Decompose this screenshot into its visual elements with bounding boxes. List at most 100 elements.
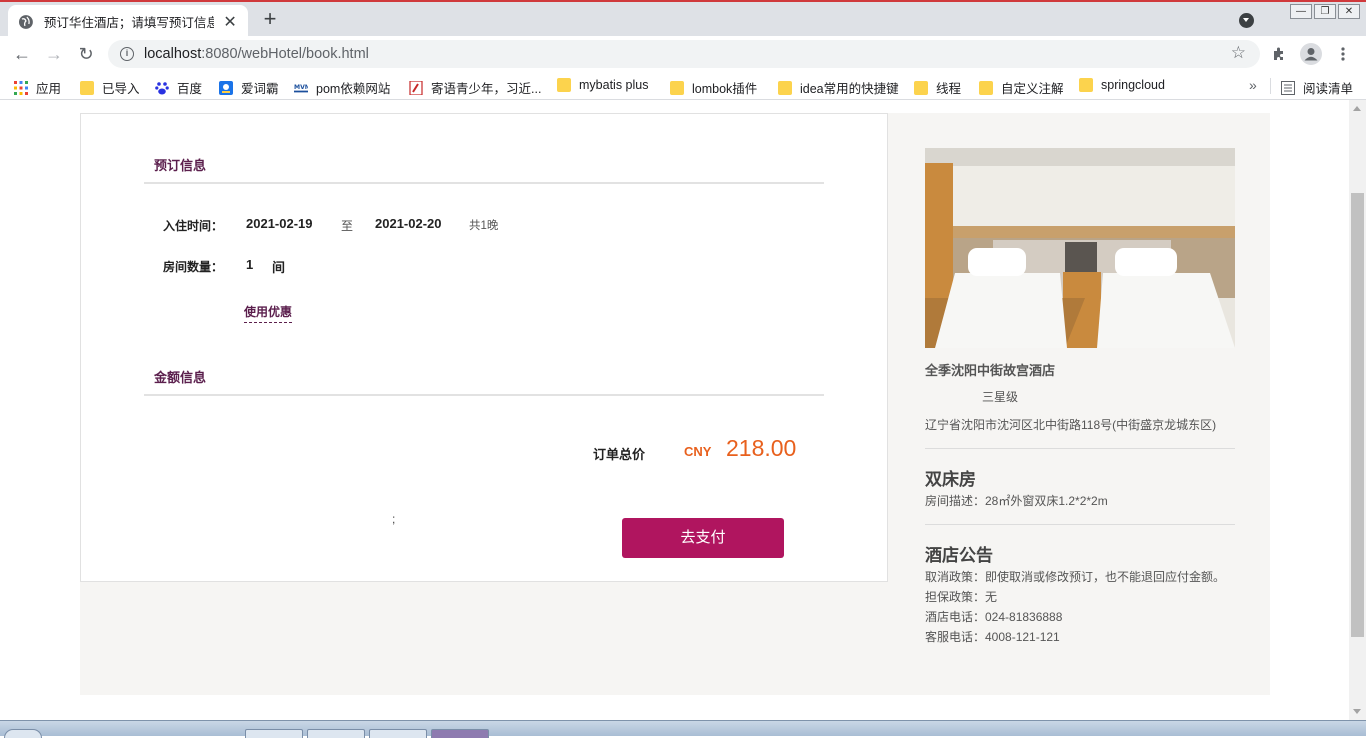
bookmark-folder-mybatis[interactable]: mybatis plus (557, 78, 648, 92)
booking-form-card: 预订信息 入住时间： 2021-02-19 至 2021-02-20 共1晚 房… (80, 113, 888, 582)
taskbar-app[interactable] (245, 729, 303, 738)
hotel-notice-title: 酒店公告 (925, 546, 993, 565)
folder-icon (1079, 78, 1093, 92)
red-page-icon (409, 80, 423, 95)
stray-semicolon: ; (392, 512, 396, 526)
bookmark-label: 线程 (936, 82, 962, 96)
bookmark-folder-imported[interactable]: 已导入 (80, 78, 140, 97)
hotel-address: 辽宁省沈阳市沈河区北中街路118号(中街盛京龙城东区) (925, 418, 1217, 432)
url-path: :8080/webHotel/book.html (201, 46, 369, 62)
sidebar-divider (925, 448, 1235, 449)
reload-button[interactable]: ↻ (74, 42, 98, 66)
bookmark-label: 已导入 (102, 82, 140, 96)
folder-icon (979, 80, 993, 95)
sidebar-divider (925, 524, 1235, 525)
use-coupon-link[interactable]: 使用优惠 (244, 303, 293, 323)
date-to-label: 至 (341, 219, 354, 233)
address-bar[interactable]: i localhost:8080/webHotel/book.html ☆ (108, 40, 1260, 68)
currency-code: CNY (684, 444, 712, 459)
tab-title: 预订华住酒店；请填写预订信息 (43, 16, 215, 30)
minimize-button[interactable]: — (1290, 4, 1312, 19)
bookmark-label: lombok插件 (692, 82, 758, 96)
taskbar-app[interactable] (369, 729, 427, 738)
bookmark-article[interactable]: 寄语青少年，习近... (409, 78, 541, 97)
service-phone: 客服电话：4008-121-121 (925, 630, 1060, 644)
hotel-name: 全季沈阳中街故宫酒店 (925, 363, 1056, 378)
bookmark-label: 百度 (177, 82, 203, 96)
bookmark-label: idea常用的快捷键 (800, 82, 899, 96)
bookmark-label: springcloud (1101, 78, 1165, 92)
browser-tab[interactable]: 预订华住酒店；请填写预订信息 ✕ (8, 5, 248, 38)
tab-strip: 预订华住酒店；请填写预订信息 ✕ + — ❐ ✕ (0, 0, 1366, 38)
info-icon[interactable]: i (120, 47, 134, 61)
total-price-label: 订单总价 (593, 447, 646, 462)
maximize-button[interactable]: ❐ (1314, 4, 1336, 19)
bookmark-label: 应用 (36, 82, 62, 96)
baidu-paw-icon (155, 81, 169, 94)
room-type-title: 双床房 (925, 470, 976, 489)
browser-toolbar: ← → ↻ i localhost:8080/webHotel/book.htm… (0, 36, 1366, 72)
bookmarks-separator (1270, 78, 1271, 94)
bookmark-apps[interactable]: 应用 (14, 78, 61, 97)
bookmark-folder-thread[interactable]: 线程 (914, 78, 961, 97)
taskbar-app[interactable] (431, 729, 489, 738)
iciba-icon (219, 80, 233, 95)
rooms-unit: 间 (272, 260, 286, 275)
reading-list-button[interactable]: 阅读清单 (1281, 78, 1353, 97)
bookmarks-bar: 应用 已导入 百度 爱词霸 MVN pom依赖网站 寄语青少年，习近... (0, 72, 1366, 100)
start-button[interactable] (4, 729, 42, 738)
bookmark-folder-lombok[interactable]: lombok插件 (670, 78, 757, 97)
hotel-phone: 酒店电话：024-81836888 (925, 610, 1063, 624)
room-description: 房间描述：28㎡外窗双床1.2*2*2m (925, 494, 1108, 508)
section-divider (144, 182, 824, 184)
folder-icon (80, 80, 94, 95)
nights-count: 共1晚 (469, 220, 499, 232)
rooms-label: 房间数量： (163, 260, 224, 274)
folder-icon (914, 80, 928, 95)
checkout-date[interactable]: 2021-02-20 (375, 216, 442, 231)
page-viewport: 预订信息 入住时间： 2021-02-19 至 2021-02-20 共1晚 房… (0, 100, 1366, 720)
scroll-up-arrow-icon[interactable] (1353, 106, 1361, 111)
close-tab-icon[interactable]: ✕ (222, 12, 238, 32)
bookmark-label: 爱词霸 (241, 82, 279, 96)
hotel-star-rating: 三星级 (982, 390, 1019, 404)
folder-icon (670, 80, 684, 95)
forward-button[interactable]: → (42, 42, 66, 66)
bookmark-folder-annotation[interactable]: 自定义注解 (979, 78, 1064, 97)
bookmark-label: 自定义注解 (1001, 82, 1064, 96)
scroll-down-arrow-icon[interactable] (1353, 709, 1361, 714)
room-photo (925, 148, 1235, 348)
close-window-button[interactable]: ✕ (1338, 4, 1360, 19)
amount-section-title: 金额信息 (154, 370, 207, 385)
guarantee-policy: 担保政策：无 (925, 590, 998, 604)
profile-avatar-icon[interactable] (1300, 43, 1322, 65)
bookmark-label: 寄语青少年，习近... (431, 82, 542, 96)
bookmark-star-icon[interactable]: ☆ (1231, 43, 1246, 63)
taskbar-app[interactable] (307, 729, 365, 738)
new-tab-button[interactable]: + (258, 8, 282, 32)
menu-kebab-icon[interactable] (1340, 46, 1346, 62)
reading-list-icon (1281, 80, 1295, 95)
folder-icon (557, 78, 571, 92)
bookmark-baidu[interactable]: 百度 (155, 78, 202, 97)
window-controls: — ❐ ✕ (1288, 4, 1360, 19)
cancel-policy: 取消政策：即使取消或修改预订，也不能退回应付金额。 (925, 570, 1226, 584)
back-button[interactable]: ← (10, 42, 34, 66)
url-host: localhost (144, 46, 202, 62)
bookmark-pom[interactable]: MVN pom依赖网站 (294, 78, 390, 97)
mvn-icon: MVN (294, 83, 308, 92)
scrollbar-thumb[interactable] (1351, 193, 1364, 637)
bookmark-folder-idea[interactable]: idea常用的快捷键 (778, 78, 899, 97)
apps-grid-icon (14, 80, 28, 95)
tab-search-icon[interactable] (1239, 13, 1254, 28)
extensions-puzzle-icon[interactable] (1271, 46, 1287, 62)
bookmark-iciba[interactable]: 爱词霸 (219, 78, 279, 97)
svg-text:MVN: MVN (294, 83, 308, 90)
bookmark-folder-springcloud[interactable]: springcloud (1079, 78, 1165, 92)
page-scrollbar[interactable] (1349, 100, 1366, 720)
pay-button[interactable]: 去支付 (622, 518, 784, 558)
url-text: localhost:8080/webHotel/book.html (144, 46, 369, 62)
bookmarks-overflow-button[interactable]: » (1249, 77, 1257, 93)
checkin-date[interactable]: 2021-02-19 (246, 216, 313, 231)
rooms-count[interactable]: 1 (246, 257, 253, 272)
